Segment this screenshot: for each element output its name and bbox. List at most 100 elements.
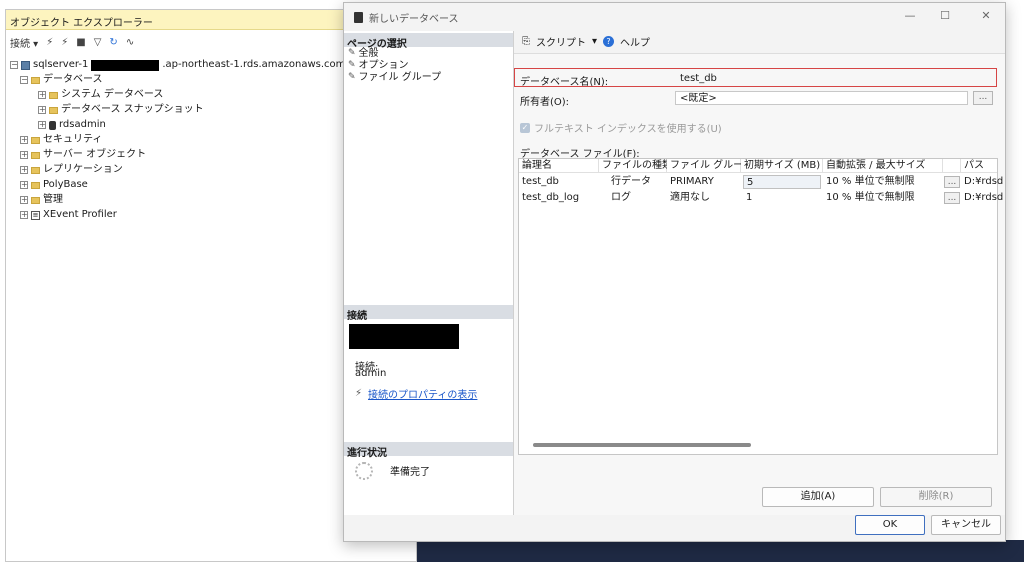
grid-cell[interactable]: D:¥rdsd [961,175,1003,189]
grid-header: 初期サイズ (MB) [741,159,823,173]
tree-node-server[interactable]: − sqlserver-1 .ap-northeast-1.rds.amazon… [10,58,368,72]
folder-icon [31,136,40,144]
expand-icon[interactable]: + [38,91,46,99]
connect-button[interactable]: 接続 ▾ [10,35,38,50]
connection-header: 接続 [344,305,513,322]
tree-node-server-objects[interactable]: + サーバー オブジェクト [20,148,146,162]
script-button[interactable]: スクリプト [536,34,586,49]
expand-icon[interactable]: + [20,166,28,174]
tree-node-polybase[interactable]: + PolyBase [20,178,88,192]
tree-node-rdsadmin[interactable]: + rdsadmin [38,118,106,132]
grid-cell[interactable]: test_db_log [519,191,599,205]
activity-monitor-icon[interactable]: ∿ [126,37,134,48]
expand-icon[interactable]: + [20,211,28,219]
help-icon: ? [603,35,615,47]
owner-label: 所有者(O): [520,97,570,108]
add-button[interactable]: 追加(A) [762,487,874,507]
grid-cell[interactable]: 行データ [599,175,667,189]
dialog-toolbar: ⎘ スクリプト ▾ ? ヘルプ [514,31,1005,51]
folder-icon [31,196,40,204]
cancel-button[interactable]: キャンセル [931,515,1001,535]
tree-node-management[interactable]: + 管理 [20,193,63,207]
remove-button[interactable]: 削除(R) [880,487,992,507]
owner-browse-button[interactable]: ... [973,91,993,105]
tree-label: セキュリティ [43,134,103,145]
database-icon [49,120,56,130]
progress-status: 準備完了 [390,467,430,478]
collapse-icon[interactable]: − [10,61,18,69]
grid-header: 自動拡張 / 最大サイズ [823,159,943,173]
wrench-icon: ✎ [348,60,356,70]
expand-icon[interactable]: + [20,136,28,144]
connection-user: admin [355,368,387,379]
grid-cell[interactable]: 適用なし [667,191,741,205]
dropdown-icon[interactable]: ▾ [592,36,597,47]
grid-cell[interactable]: PRIMARY [667,175,741,189]
refresh-icon[interactable]: ↻ [109,37,117,48]
connect-plug-icon[interactable]: ⚡ [46,37,53,48]
expand-icon[interactable]: + [20,151,28,159]
tree-label: サーバー オブジェクト [43,149,147,160]
redacted-block [91,59,160,71]
db-name-input[interactable]: test_db [675,71,991,85]
stop-icon[interactable]: ■ [76,37,85,48]
filter-icon[interactable]: ▽ [94,37,102,48]
maximize-button[interactable]: ☐ [935,9,955,23]
grid-header: ファイルの種類 [599,159,672,173]
grid-header: パス [961,159,997,173]
wrench-icon: ✎ [348,48,356,58]
tree-label: データベース [43,74,103,85]
folder-icon [31,151,40,159]
dialog-left-pane: ページの選択 ✎ 全般 ✎ オプション ✎ ファイル グループ 接続 接続: a… [344,31,514,515]
collapse-icon[interactable]: − [20,76,28,84]
horizontal-scrollbar[interactable] [533,443,751,447]
tree-node-security[interactable]: + セキュリティ [20,133,102,147]
disconnect-plug-icon[interactable]: ⚡ [61,37,68,48]
tree-node-xevent[interactable]: + ≡ XEvent Profiler [20,208,117,222]
tree-node-system-databases[interactable]: + システム データベース [38,88,163,102]
expand-icon[interactable]: + [38,121,46,129]
grid-cell[interactable]: test_db [519,175,599,189]
ok-button[interactable]: OK [855,515,925,535]
server-icon [21,60,30,70]
tree-label: PolyBase [43,179,88,190]
grid-cell-initial-size[interactable]: 1 [743,191,821,205]
general-page-content: データベース名(N): test_db 所有者(O): <既定> ... ✓ フ… [514,53,1005,515]
database-files-grid: 論理名 ファイルの種類 ファイル グループ 初期サイズ (MB) 自動拡張 / … [518,158,1003,455]
tree-node-replication[interactable]: + レプリケーション [20,163,123,177]
connection-properties-link[interactable]: 接続のプロパティの表示 [368,386,477,401]
folder-icon [49,91,58,99]
grid-cell[interactable]: 10 % 単位で無制限 [823,191,943,205]
tree-node-snapshots[interactable]: + データベース スナップショット [38,103,204,117]
progress-header: 進行状況 [344,442,513,459]
autogrowth-button[interactable]: ... [944,192,960,204]
owner-input[interactable]: <既定> [675,91,968,105]
server-name-suffix: .ap-northeast-1.rds.amazonaws.com,143 [162,59,368,70]
server-name-prefix: sqlserver-1 [33,59,89,70]
minimize-button[interactable]: — [900,9,920,23]
tree-node-databases[interactable]: − データベース [20,73,103,87]
expand-icon[interactable]: + [20,181,28,189]
page-filegroups[interactable]: ✎ ファイル グループ [348,72,441,83]
page-general[interactable]: ✎ 全般 [348,48,379,59]
autogrowth-button[interactable]: ... [944,176,960,188]
grid-cell[interactable]: ログ [599,191,667,205]
expand-icon[interactable]: + [38,106,46,114]
page-label: ファイル グループ [358,72,442,83]
expand-icon[interactable]: + [20,196,28,204]
db-name-label: データベース名(N): [520,77,609,88]
folder-icon [31,166,40,174]
script-icon: ⎘ [522,35,530,47]
tree-label: rdsadmin [59,119,106,130]
close-button[interactable]: ✕ [976,9,996,23]
grid-cell-initial-size[interactable]: 5 [743,175,821,189]
page-options[interactable]: ✎ オプション [348,60,409,71]
grid-cell[interactable]: D:¥rdsd [961,191,1003,205]
tree-label: システム データベース [61,89,164,100]
help-button[interactable]: ヘルプ [620,34,650,49]
database-icon [354,11,363,23]
checkbox-icon[interactable]: ✓ [520,122,530,133]
plug-icon: ⚡ [355,388,363,399]
grid-cell[interactable]: 10 % 単位で無制限 [823,175,943,189]
folder-icon [31,76,40,84]
